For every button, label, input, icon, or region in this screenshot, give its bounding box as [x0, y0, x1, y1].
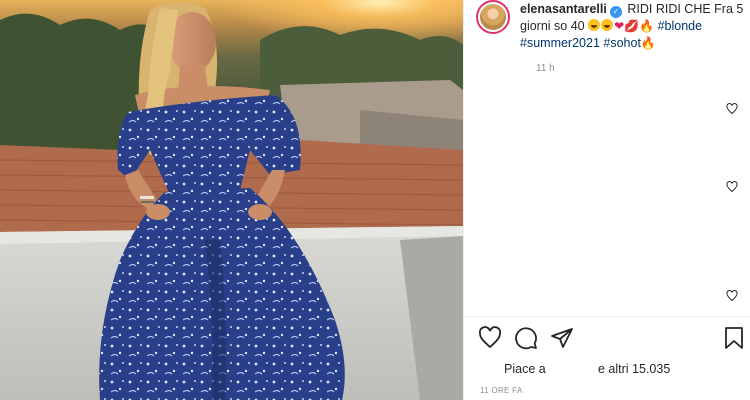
- fire-emoji-icon: 🔥: [639, 19, 655, 33]
- hashtag-link[interactable]: #summer2021: [520, 36, 600, 50]
- paper-plane-icon[interactable]: [550, 326, 574, 350]
- laugh-emoji-icon: [601, 19, 614, 31]
- post-photo-art: [0, 0, 463, 400]
- avatar-image: [480, 4, 506, 30]
- comment-bubble-icon[interactable]: [514, 326, 538, 350]
- likes-prefix: Piace a: [504, 362, 546, 376]
- small-heart-icon[interactable]: [726, 181, 738, 193]
- small-heart-icon[interactable]: [726, 290, 738, 302]
- avatar[interactable]: [476, 0, 510, 34]
- likes-count-link[interactable]: e altri 15.035: [598, 362, 670, 376]
- smile-emoji-icon: [588, 19, 601, 31]
- bookmark-icon[interactable]: [722, 326, 746, 350]
- verified-badge-icon: ✓: [609, 6, 622, 18]
- heart-emoji-icon: ❤: [614, 19, 625, 33]
- kiss-emoji-icon: 💋: [624, 19, 640, 33]
- relative-time: 11 h: [536, 63, 555, 74]
- post-photo[interactable]: [0, 0, 463, 400]
- post-timestamp: 11 ORE FA: [480, 386, 523, 395]
- username-link[interactable]: elenasantarelli: [520, 2, 607, 16]
- hashtag-link[interactable]: #sohot: [603, 36, 641, 50]
- caption-row: elenasantarelli ✓ RIDI RIDI CHE Fra 5 gio…: [476, 0, 746, 74]
- action-bar: [478, 326, 748, 352]
- hashtag-link[interactable]: #blonde: [658, 19, 703, 33]
- small-heart-icon[interactable]: [726, 103, 738, 115]
- divider: [464, 316, 750, 317]
- heart-outline-icon[interactable]: [478, 326, 502, 350]
- caption: elenasantarelli ✓ RIDI RIDI CHE Fra 5 gio…: [520, 1, 750, 52]
- fire-emoji-icon: 🔥: [640, 36, 656, 50]
- post-details-panel: elenasantarelli ✓ RIDI RIDI CHE Fra 5 gio…: [463, 0, 750, 400]
